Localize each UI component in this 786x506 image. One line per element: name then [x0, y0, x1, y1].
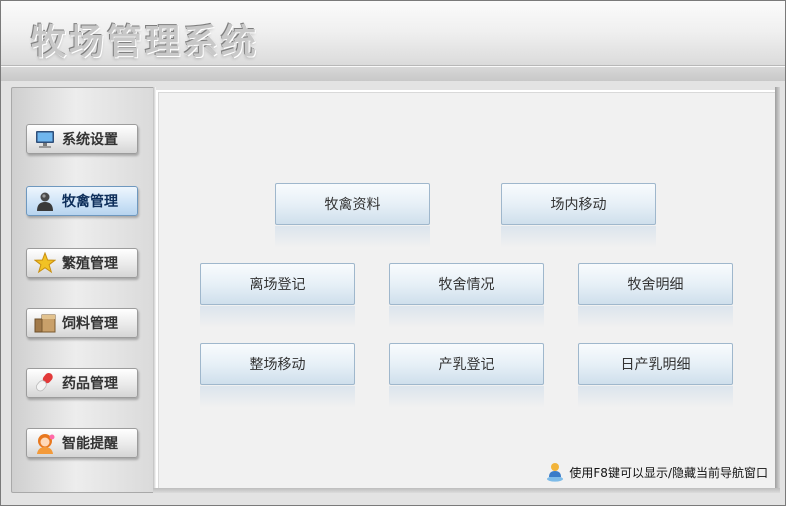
sidebar-item-system-settings[interactable]: 系统设置	[26, 124, 138, 154]
navigation-hint: 使用F8键可以显示/隐藏当前导航窗口	[546, 462, 768, 482]
in-farm-move-button[interactable]: 场内移动	[501, 183, 656, 248]
pill-icon	[34, 372, 56, 394]
sidebar-item-feed-management[interactable]: 饲料管理	[26, 308, 138, 338]
sidebar-item-label: 智能提醒	[62, 436, 118, 452]
daily-milk-detail-button[interactable]: 日产乳明细	[578, 343, 733, 408]
header-banner: 牧场管理系统	[1, 1, 785, 81]
feed-box-icon	[34, 312, 56, 334]
sidebar-item-label: 系统设置	[62, 132, 118, 148]
whole-farm-move-button[interactable]: 整场移动	[200, 343, 355, 408]
bottom-border	[153, 488, 780, 493]
monitor-icon	[34, 128, 56, 150]
sidebar-item-label: 繁殖管理	[62, 256, 118, 272]
sidebar-item-medicine-management[interactable]: 药品管理	[26, 368, 138, 398]
sidebar-item-label: 饲料管理	[62, 316, 118, 332]
assistant-girl-icon	[34, 432, 56, 454]
sidebar-item-label: 牧禽管理	[62, 194, 118, 210]
sidebar-item-livestock-management[interactable]: 牧禽管理	[26, 186, 138, 216]
sidebar-item-label: 药品管理	[62, 376, 118, 392]
star-icon	[33, 251, 57, 274]
sidebar-item-breeding-management[interactable]: 繁殖管理	[26, 248, 138, 278]
main-panel: 牧禽资料 场内移动 离场登记 牧舍情况 牧舍明细 整场移动 产乳登记 日产乳明细…	[156, 90, 778, 492]
sidebar: 系统设置 牧禽管理 繁殖管理 饲料管理 药品管理 智能提醒	[11, 87, 155, 493]
livestock-info-button[interactable]: 牧禽资料	[275, 183, 430, 248]
app-window: 牧场管理系统 系统设置 牧禽管理 繁殖管理 饲料管理 药品管理 智能提醒 牧禽资…	[0, 0, 786, 506]
milk-register-button[interactable]: 产乳登记	[389, 343, 544, 408]
sidebar-item-smart-reminder[interactable]: 智能提醒	[26, 428, 138, 458]
user-icon	[34, 190, 56, 212]
barn-detail-button[interactable]: 牧舍明细	[578, 263, 733, 328]
pin-user-icon	[546, 462, 564, 482]
right-border	[775, 87, 780, 493]
departure-register-button[interactable]: 离场登记	[200, 263, 355, 328]
app-title: 牧场管理系统	[31, 22, 260, 63]
barn-status-button[interactable]: 牧舍情况	[389, 263, 544, 328]
hint-text: 使用F8键可以显示/隐藏当前导航窗口	[569, 465, 768, 480]
